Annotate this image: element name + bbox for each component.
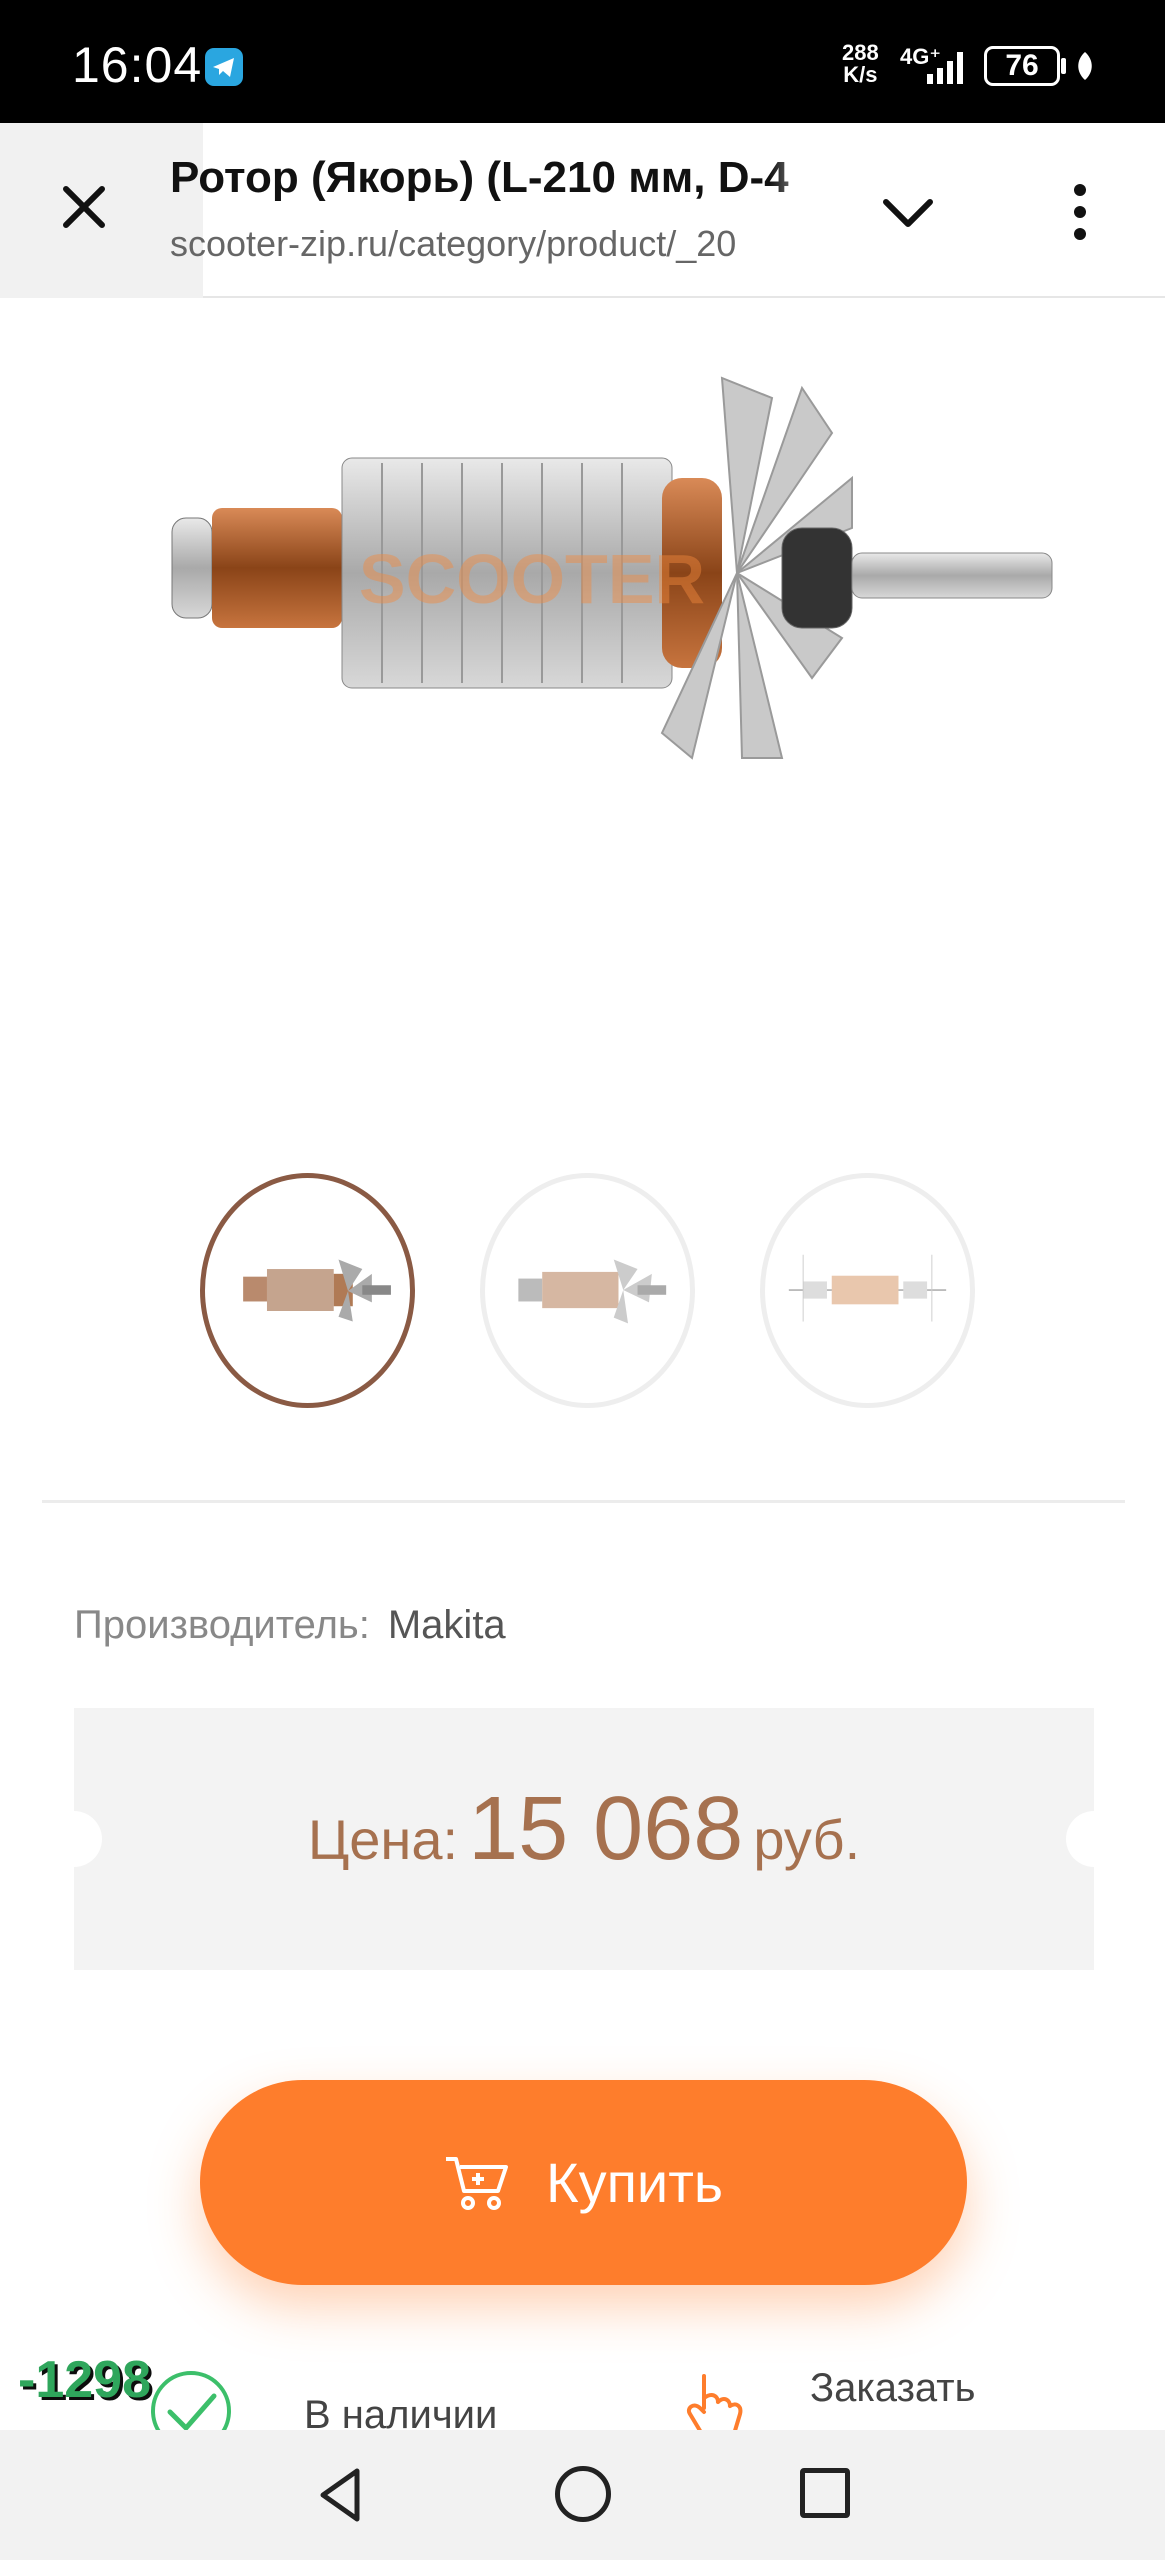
nav-back-icon[interactable] [315, 2465, 365, 2525]
battery-icon: 76 [984, 46, 1060, 86]
product-content: SCOOTER Производитель: Makita Цена: 15 0… [42, 298, 1125, 2451]
network-speed: 288 K/s [842, 40, 879, 87]
stock-row: В наличии Заказать [42, 2348, 1125, 2451]
cart-icon [445, 2156, 508, 2210]
nav-home-icon[interactable] [555, 2466, 611, 2522]
title-fade [770, 143, 830, 283]
nav-recents-icon[interactable] [800, 2468, 850, 2518]
price-line: Цена: 15 068 руб. [74, 1778, 1094, 1881]
battery-level: 76 [1005, 49, 1039, 82]
chevron-down-icon[interactable] [882, 196, 934, 230]
price-value: 15 068 [468, 1779, 744, 1879]
manufacturer-row: Производитель: Makita [74, 1603, 506, 1648]
close-button[interactable] [0, 123, 203, 298]
manufacturer-value[interactable]: Makita [388, 1603, 506, 1647]
buy-button[interactable]: Купить [200, 2080, 967, 2285]
section-divider [42, 1500, 1125, 1503]
browser-app-bar: Ротор (Якорь) (L-210 мм, D-4 scooter-zip… [0, 123, 1165, 298]
leaf-icon [1078, 52, 1092, 80]
discount-badge[interactable]: -1298 [18, 2350, 151, 2410]
watermark-text: SCOOTER [359, 540, 705, 618]
signal-icon [927, 52, 963, 84]
price-label: Цена: [307, 1808, 459, 1871]
system-nav-bar [0, 2430, 1165, 2560]
price-currency: руб. [753, 1808, 861, 1871]
thumbnail-1[interactable] [200, 1173, 415, 1408]
manufacturer-label: Производитель: [74, 1603, 370, 1647]
thumbnail-2[interactable] [480, 1173, 695, 1408]
close-icon[interactable] [60, 183, 108, 231]
more-vert-icon[interactable] [1060, 180, 1100, 244]
buy-button-label: Купить [545, 2151, 724, 2214]
status-time: 16:04 [72, 37, 203, 93]
price-box: Цена: 15 068 руб. [46, 1708, 1122, 1970]
order-link[interactable]: Заказать [810, 2366, 975, 2411]
status-bar: 16:04 288 K/s 4G⁺ 76 [0, 0, 1165, 123]
telegram-icon [205, 48, 243, 86]
thumbnail-gallery [42, 1173, 1125, 1408]
page-url[interactable]: scooter-zip.ru/category/product/_20 [170, 223, 830, 265]
product-main-image[interactable]: SCOOTER [162, 338, 1062, 838]
thumbnail-3[interactable] [760, 1173, 975, 1408]
page-title: Ротор (Якорь) (L-210 мм, D-4 [170, 153, 789, 202]
battery-tip [1061, 58, 1066, 74]
